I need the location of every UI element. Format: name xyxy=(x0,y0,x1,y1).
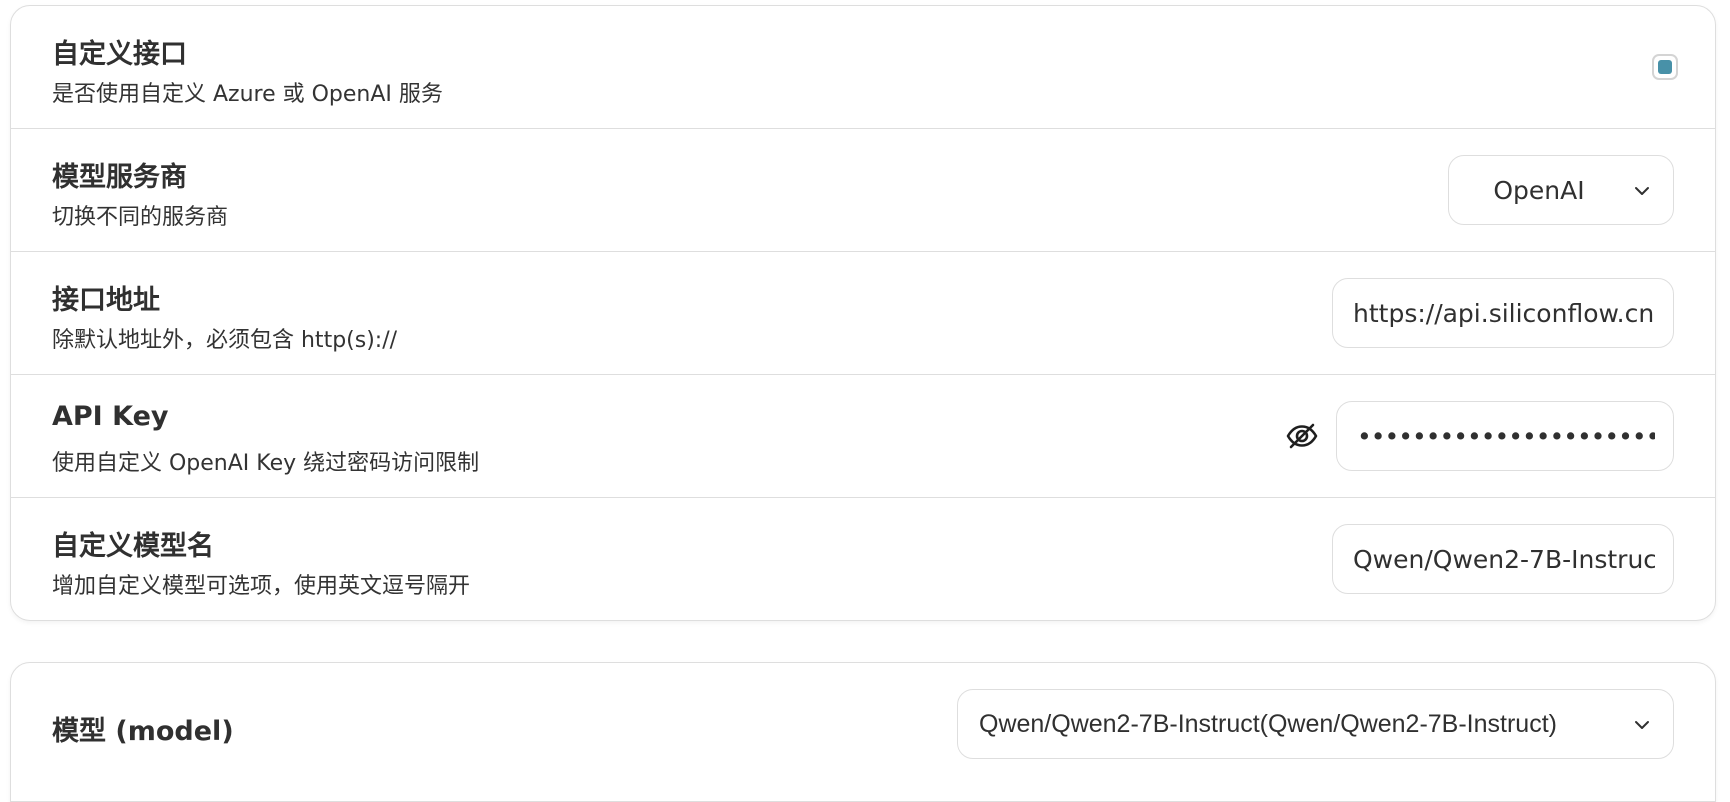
setting-subtitle: 增加自定义模型可选项，使用英文逗号隔开 xyxy=(52,574,471,599)
api-key-masked-value: •••••••••••••••••••••••••••••••••••• xyxy=(1357,421,1655,451)
model-select[interactable]: Qwen/Qwen2-7B-Instruct(Qwen/Qwen2-7B-Ins… xyxy=(957,689,1674,759)
toggle-visibility-button[interactable] xyxy=(1285,419,1319,453)
api-key-input[interactable]: •••••••••••••••••••••••••••••••••••• xyxy=(1336,401,1674,471)
setting-row-provider: 模型服务商 切换不同的服务商 OpenAI xyxy=(11,129,1715,252)
custom-models-value: Qwen/Qwen2-7B-Instruct xyxy=(1353,544,1655,574)
model-select-value: Qwen/Qwen2-7B-Instruct(Qwen/Qwen2-7B-Ins… xyxy=(979,709,1557,738)
setting-row-endpoint: 接口地址 除默认地址外，必须包含 http(s):// https://api.… xyxy=(11,252,1715,375)
endpoint-url-input[interactable]: https://api.siliconflow.cn xyxy=(1332,278,1674,348)
eye-off-icon xyxy=(1286,423,1318,449)
setting-subtitle: 是否使用自定义 Azure 或 OpenAI 服务 xyxy=(52,82,443,107)
provider-select[interactable]: OpenAI xyxy=(1448,155,1674,225)
chevron-down-icon xyxy=(1635,187,1649,195)
setting-subtitle: 切换不同的服务商 xyxy=(52,205,229,230)
custom-models-input[interactable]: Qwen/Qwen2-7B-Instruct xyxy=(1332,524,1674,594)
setting-row-model: 模型 (model) Qwen/Qwen2-7B-Instruct(Qwen/Q… xyxy=(11,663,1715,786)
setting-title: 接口地址 xyxy=(52,285,160,316)
endpoint-url-value: https://api.siliconflow.cn xyxy=(1353,298,1655,328)
setting-subtitle: 除默认地址外，必须包含 http(s):// xyxy=(52,328,398,353)
model-settings-panel: 模型 (model) Qwen/Qwen2-7B-Instruct(Qwen/Q… xyxy=(10,662,1716,802)
checkbox-checked-indicator xyxy=(1658,60,1672,74)
setting-row-custom-models: 自定义模型名 增加自定义模型可选项，使用英文逗号隔开 Qwen/Qwen2-7B… xyxy=(11,498,1715,620)
setting-subtitle: 使用自定义 OpenAI Key 绕过密码访问限制 xyxy=(52,451,480,476)
setting-row-api-key: API Key 使用自定义 OpenAI Key 绕过密码访问限制 ••••••… xyxy=(11,375,1715,498)
custom-endpoint-checkbox[interactable] xyxy=(1652,54,1678,80)
model-title: 模型 (model) xyxy=(52,716,234,747)
setting-title: 自定义模型名 xyxy=(52,531,214,562)
provider-select-value: OpenAI xyxy=(1493,175,1585,205)
setting-title: 自定义接口 xyxy=(52,39,187,70)
endpoint-settings-panel: 自定义接口 是否使用自定义 Azure 或 OpenAI 服务 模型服务商 切换… xyxy=(10,5,1716,621)
chevron-down-icon xyxy=(1635,721,1649,729)
setting-title: 模型服务商 xyxy=(52,162,187,193)
setting-row-custom-endpoint: 自定义接口 是否使用自定义 Azure 或 OpenAI 服务 xyxy=(11,6,1715,129)
setting-title: API Key xyxy=(52,401,169,432)
